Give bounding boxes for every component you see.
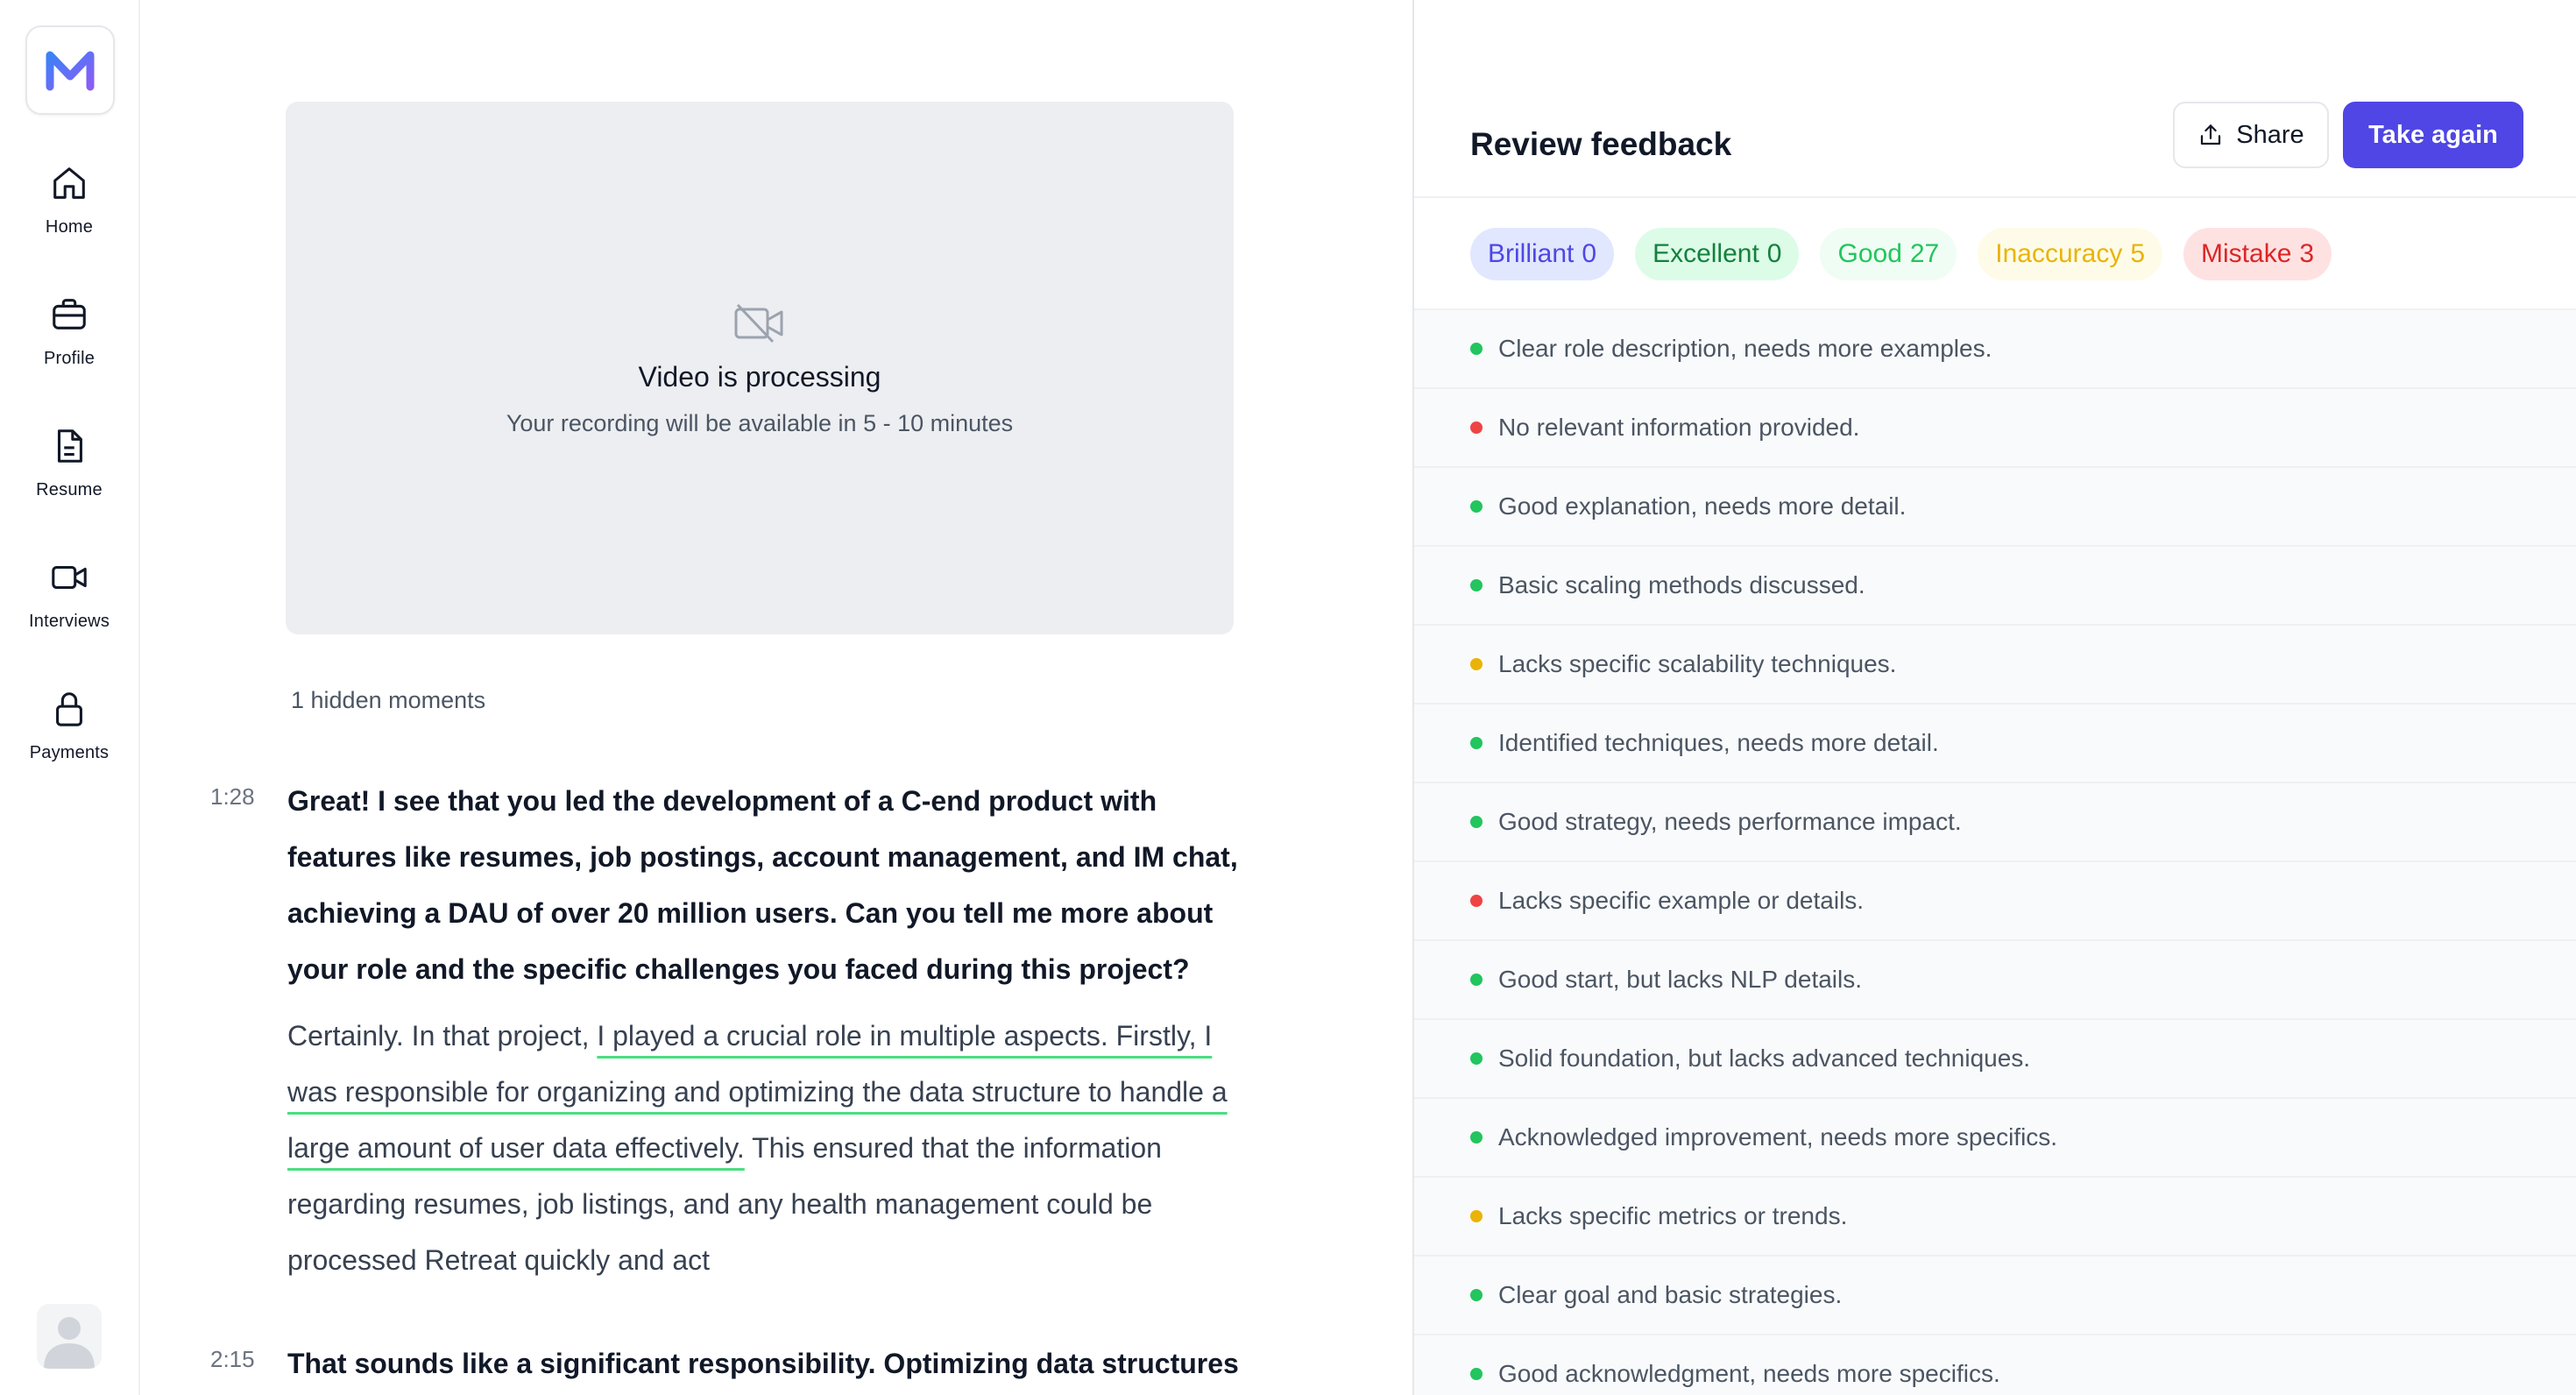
feedback-text: Good acknowledgment, needs more specific… xyxy=(1498,1360,2000,1387)
filter-chip-mistake[interactable]: Mistake 3 xyxy=(2183,228,2332,280)
user-avatar-icon xyxy=(44,1317,95,1369)
chip-count: 27 xyxy=(1909,239,1940,268)
interviewer-question: That sounds like a significant responsib… xyxy=(287,1348,1239,1379)
sidebar-item-label: Profile xyxy=(43,349,96,368)
filter-chip-brilliant[interactable]: Brilliant 0 xyxy=(1470,228,1615,280)
timestamp[interactable]: 2:15 xyxy=(210,1346,255,1373)
feedback-row[interactable]: Clear goal and basic strategies. xyxy=(1414,1255,2576,1334)
feedback-text: Basic scaling methods discussed. xyxy=(1498,571,1865,598)
status-dot-mistake xyxy=(1470,895,1483,907)
chip-count: 0 xyxy=(1582,239,1597,268)
feedback-row[interactable]: Good strategy, needs performance impact. xyxy=(1414,782,2576,860)
feedback-text: Good explanation, needs more detail. xyxy=(1498,492,1907,520)
document-icon xyxy=(57,429,82,463)
panel-divider xyxy=(1414,196,2576,198)
app-logo[interactable] xyxy=(25,25,115,115)
lock-icon xyxy=(56,692,82,726)
feedback-text: Clear goal and basic strategies. xyxy=(1498,1281,1843,1308)
panel-title: Review feedback xyxy=(1470,126,1732,162)
status-dot-inaccuracy xyxy=(1470,658,1483,670)
share-icon xyxy=(2201,124,2221,145)
answer-text: Certainly. In that project, xyxy=(287,1020,598,1052)
user-avatar[interactable] xyxy=(37,1304,102,1369)
sidebar: Home Profile Resume Interviews Payments xyxy=(0,0,140,1395)
feedback-text: Lacks specific scalability techniques. xyxy=(1498,650,1897,677)
sidebar-item-label: Interviews xyxy=(28,612,110,631)
sidebar-item-payments[interactable]: Payments xyxy=(0,689,138,794)
status-dot-good xyxy=(1470,737,1483,749)
review-feedback-panel: Review feedback Share Take again Brillia… xyxy=(1412,0,2576,1395)
feedback-row[interactable]: Clear role description, needs more examp… xyxy=(1414,308,2576,387)
share-button-label: Share xyxy=(2236,120,2304,149)
briefcase-icon xyxy=(53,299,86,329)
feedback-row[interactable]: Acknowledged improvement, needs more spe… xyxy=(1414,1097,2576,1176)
feedback-row[interactable]: Lacks specific example or details. xyxy=(1414,860,2576,939)
status-dot-good xyxy=(1470,1052,1483,1065)
feedback-row[interactable]: Solid foundation, but lacks advanced tec… xyxy=(1414,1018,2576,1097)
video-status-subtitle: Your recording will be available in 5 - … xyxy=(506,410,1014,436)
feedback-row[interactable]: Good acknowledgment, needs more specific… xyxy=(1414,1334,2576,1395)
chip-label: Good xyxy=(1837,239,1902,268)
feedback-row[interactable]: Lacks specific metrics or trends. xyxy=(1414,1176,2576,1255)
status-dot-good xyxy=(1470,500,1483,513)
feedback-row[interactable]: Basic scaling methods discussed. xyxy=(1414,545,2576,624)
status-dot-good xyxy=(1470,579,1483,591)
hidden-moments-link[interactable]: 1 hidden moments xyxy=(291,687,485,714)
feedback-row[interactable]: Identified techniques, needs more detail… xyxy=(1414,703,2576,782)
interviewer-question: Great! I see that you led the developmen… xyxy=(287,785,1238,985)
home-icon xyxy=(53,167,85,199)
chip-label: Inaccuracy xyxy=(1995,239,2123,268)
feedback-text: Lacks specific metrics or trends. xyxy=(1498,1202,1848,1229)
status-dot-good xyxy=(1470,1368,1483,1380)
feedback-filter-chips: Brilliant 0 Excellent 0 Good 27 Inaccuracy 5 Mis… xyxy=(1470,228,2332,280)
filter-chip-excellent[interactable]: Excellent 0 xyxy=(1635,228,1800,280)
status-dot-mistake xyxy=(1470,421,1483,434)
sidebar-item-label: Resume xyxy=(36,480,103,499)
chip-count: 5 xyxy=(2130,239,2146,268)
status-dot-good xyxy=(1470,343,1483,355)
feedback-text: Acknowledged improvement, needs more spe… xyxy=(1498,1123,2058,1151)
status-dot-good xyxy=(1470,816,1483,828)
candidate-answer: Certainly. In that project, I played a c… xyxy=(287,1008,1242,1288)
feedback-list: Clear role description, needs more examp… xyxy=(1414,308,2576,1395)
status-dot-inaccuracy xyxy=(1470,1210,1483,1222)
feedback-text: Clear role description, needs more examp… xyxy=(1498,335,1992,362)
feedback-text: No relevant information provided. xyxy=(1498,414,1860,441)
feedback-text: Good strategy, needs performance impact. xyxy=(1498,808,1962,835)
feedback-row[interactable]: Lacks specific scalability techniques. xyxy=(1414,624,2576,703)
video-camera-icon xyxy=(52,565,87,590)
feedback-text: Good start, but lacks NLP details. xyxy=(1498,966,1863,993)
sidebar-item-profile[interactable]: Profile xyxy=(0,294,138,400)
transcript-pane: Video is processing Your recording will … xyxy=(140,0,1412,1395)
logo-m-icon xyxy=(46,51,95,91)
chip-label: Mistake xyxy=(2201,239,2292,268)
chip-label: Brilliant xyxy=(1488,239,1575,268)
feedback-row[interactable]: No relevant information provided. xyxy=(1414,387,2576,466)
feedback-row[interactable]: Good start, but lacks NLP details. xyxy=(1414,939,2576,1018)
feedback-row[interactable]: Good explanation, needs more detail. xyxy=(1414,466,2576,545)
video-off-icon xyxy=(734,303,783,343)
sidebar-item-label: Home xyxy=(45,217,94,237)
video-player-placeholder: Video is processing Your recording will … xyxy=(286,102,1234,634)
sidebar-item-home[interactable]: Home xyxy=(0,163,138,268)
status-dot-good xyxy=(1470,1131,1483,1144)
chip-count: 0 xyxy=(1766,239,1782,268)
share-button[interactable]: Share xyxy=(2173,102,2329,168)
chip-label: Excellent xyxy=(1652,239,1759,268)
video-status-title: Video is processing xyxy=(638,361,881,393)
filter-chip-inaccuracy[interactable]: Inaccuracy 5 xyxy=(1978,228,2163,280)
status-dot-good xyxy=(1470,1289,1483,1301)
feedback-text: Lacks specific example or details. xyxy=(1498,887,1865,914)
take-again-button[interactable]: Take again xyxy=(2343,102,2523,168)
sidebar-item-label: Payments xyxy=(29,743,110,762)
sidebar-item-interviews[interactable]: Interviews xyxy=(0,557,138,662)
status-dot-good xyxy=(1470,974,1483,986)
feedback-text: Solid foundation, but lacks advanced tec… xyxy=(1498,1044,2031,1072)
filter-chip-good[interactable]: Good 27 xyxy=(1820,228,1957,280)
feedback-text: Identified techniques, needs more detail… xyxy=(1498,729,1939,756)
timestamp[interactable]: 1:28 xyxy=(210,783,255,811)
sidebar-item-resume[interactable]: Resume xyxy=(0,426,138,531)
chip-count: 3 xyxy=(2299,239,2315,268)
